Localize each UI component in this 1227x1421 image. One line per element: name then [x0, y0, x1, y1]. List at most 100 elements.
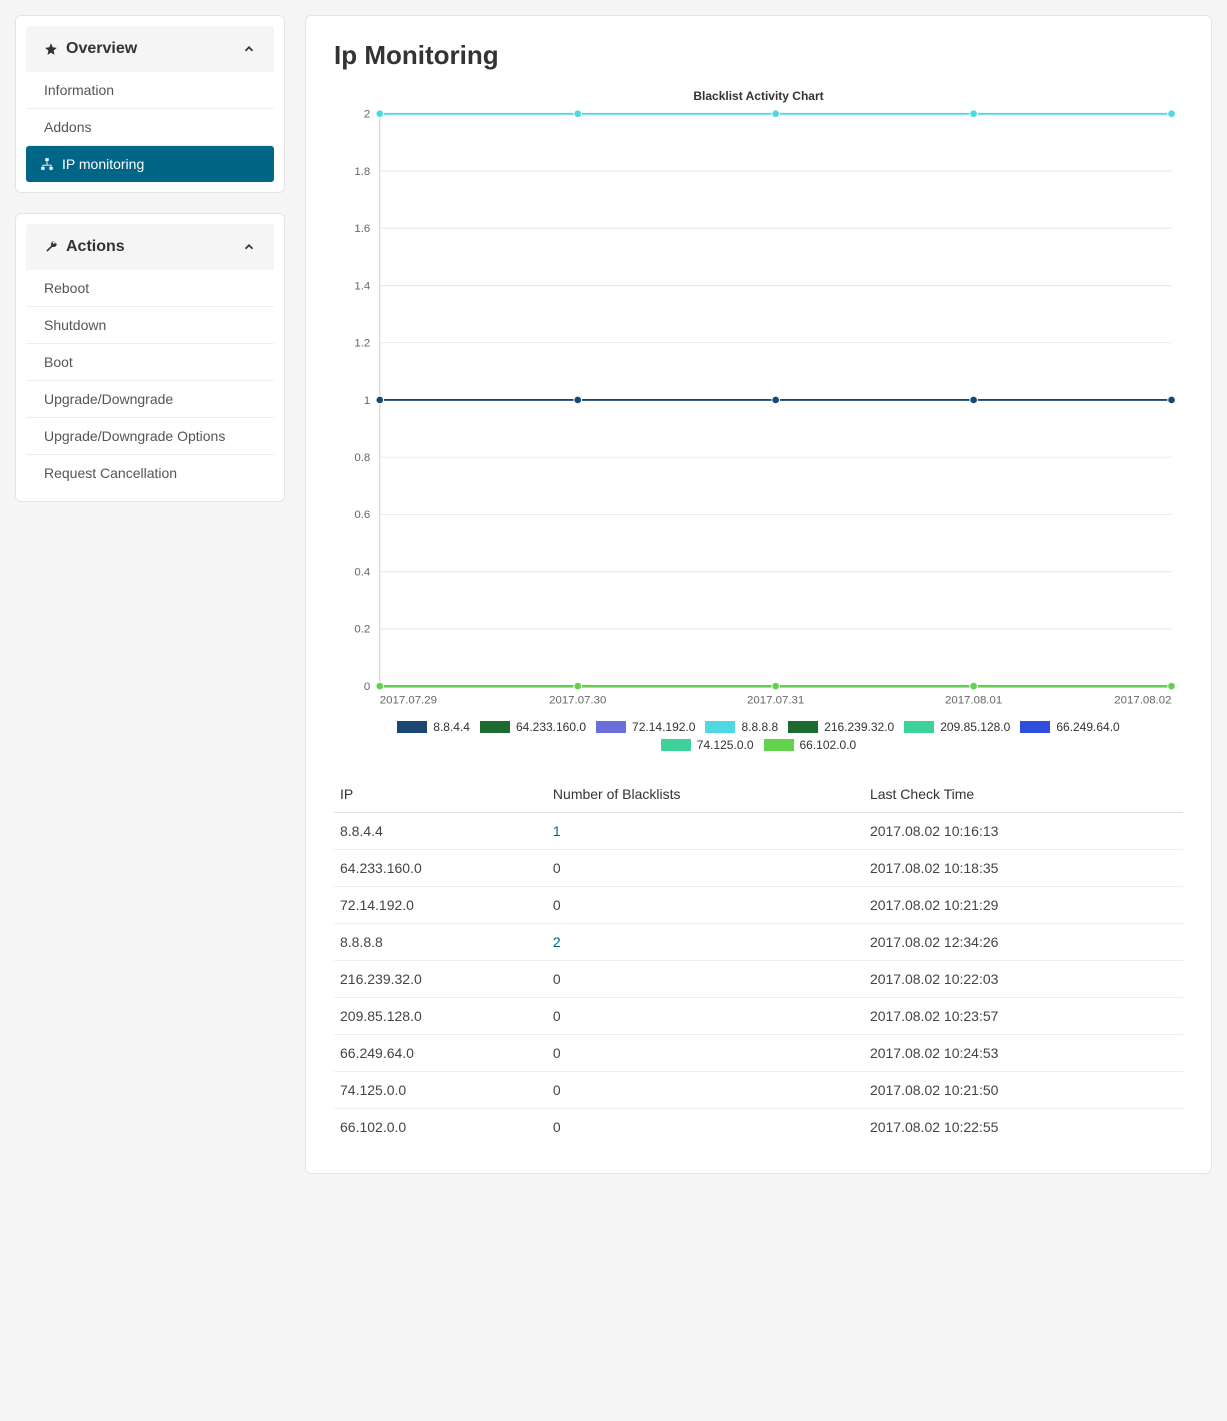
svg-text:2: 2 [364, 109, 370, 121]
svg-text:0: 0 [364, 681, 370, 693]
legend-item[interactable]: 72.14.192.0 [596, 720, 695, 734]
legend-swatch [705, 721, 735, 733]
legend-label: 74.125.0.0 [697, 738, 754, 752]
svg-text:2017.07.30: 2017.07.30 [549, 694, 606, 706]
actions-panel: Actions RebootShutdownBootUpgrade/Downgr… [15, 213, 285, 502]
svg-text:2017.07.31: 2017.07.31 [747, 694, 804, 706]
blacklist-count-link[interactable]: 1 [553, 823, 561, 839]
menu-item-label: Information [44, 82, 114, 98]
actions-item-4[interactable]: Upgrade/Downgrade Options [26, 418, 274, 455]
cell-count: 1 [547, 812, 864, 849]
cell-ip: 74.125.0.0 [334, 1071, 547, 1108]
table-row: 72.14.192.002017.08.02 10:21:29 [334, 886, 1183, 923]
wrench-icon [44, 240, 58, 254]
legend-swatch [397, 721, 427, 733]
chevron-up-icon [242, 240, 256, 254]
overview-item-2[interactable]: IP monitoring [26, 146, 274, 182]
cell-count: 2 [547, 923, 864, 960]
table-row: 66.102.0.002017.08.02 10:22:55 [334, 1108, 1183, 1145]
table-header: IP [334, 776, 547, 813]
overview-title: Overview [66, 40, 137, 58]
table-header: Last Check Time [864, 776, 1183, 813]
actions-item-0[interactable]: Reboot [26, 270, 274, 307]
overview-panel: Overview Information Addons IP monitoring [15, 15, 285, 193]
svg-text:0.2: 0.2 [354, 624, 370, 636]
cell-ip: 72.14.192.0 [334, 886, 547, 923]
table-row: 66.249.64.002017.08.02 10:24:53 [334, 1034, 1183, 1071]
cell-time: 2017.08.02 10:22:55 [864, 1108, 1183, 1145]
svg-text:2017.07.29: 2017.07.29 [380, 694, 437, 706]
legend-item[interactable]: 66.102.0.0 [764, 738, 857, 752]
legend-item[interactable]: 66.249.64.0 [1020, 720, 1119, 734]
main-content: Ip Monitoring Blacklist Activity Chart 0… [305, 15, 1212, 1174]
legend-item[interactable]: 64.233.160.0 [480, 720, 586, 734]
cell-count: 0 [547, 1071, 864, 1108]
legend-label: 64.233.160.0 [516, 720, 586, 734]
cell-count: 0 [547, 1108, 864, 1145]
actions-header[interactable]: Actions [26, 224, 274, 270]
actions-item-5[interactable]: Request Cancellation [26, 455, 274, 491]
cell-ip: 64.233.160.0 [334, 849, 547, 886]
legend-swatch [788, 721, 818, 733]
legend-label: 216.239.32.0 [824, 720, 894, 734]
table-row: 216.239.32.002017.08.02 10:22:03 [334, 960, 1183, 997]
legend-label: 66.102.0.0 [800, 738, 857, 752]
svg-text:0.8: 0.8 [354, 452, 370, 464]
cell-count: 0 [547, 960, 864, 997]
ip-table: IPNumber of BlacklistsLast Check Time 8.… [334, 776, 1183, 1145]
svg-text:0.4: 0.4 [354, 566, 371, 578]
actions-item-2[interactable]: Boot [26, 344, 274, 381]
star-icon [44, 42, 58, 56]
menu-item-label: IP monitoring [62, 156, 144, 172]
legend-swatch [904, 721, 934, 733]
chart-legend: 8.8.4.4 64.233.160.0 72.14.192.0 8.8.8.8 216… [334, 720, 1183, 752]
svg-text:0.6: 0.6 [354, 509, 370, 521]
sitemap-icon [40, 157, 54, 171]
legend-item[interactable]: 8.8.4.4 [397, 720, 470, 734]
chart-title: Blacklist Activity Chart [334, 89, 1183, 103]
cell-time: 2017.08.02 12:34:26 [864, 923, 1183, 960]
legend-swatch [480, 721, 510, 733]
table-row: 64.233.160.002017.08.02 10:18:35 [334, 849, 1183, 886]
overview-item-0[interactable]: Information [26, 72, 274, 109]
menu-item-label: Addons [44, 119, 91, 135]
cell-time: 2017.08.02 10:16:13 [864, 812, 1183, 849]
svg-text:1.8: 1.8 [354, 166, 370, 178]
table-header: Number of Blacklists [547, 776, 864, 813]
chart-area: 00.20.40.60.811.21.41.61.822017.07.29201… [334, 109, 1183, 710]
overview-item-1[interactable]: Addons [26, 109, 274, 146]
legend-label: 209.85.128.0 [940, 720, 1010, 734]
legend-swatch [1020, 721, 1050, 733]
svg-text:1.4: 1.4 [354, 280, 371, 292]
table-row: 209.85.128.002017.08.02 10:23:57 [334, 997, 1183, 1034]
cell-count: 0 [547, 1034, 864, 1071]
cell-time: 2017.08.02 10:24:53 [864, 1034, 1183, 1071]
cell-ip: 66.102.0.0 [334, 1108, 547, 1145]
legend-item[interactable]: 216.239.32.0 [788, 720, 894, 734]
legend-item[interactable]: 8.8.8.8 [705, 720, 778, 734]
blacklist-chart: 00.20.40.60.811.21.41.61.822017.07.29201… [334, 109, 1183, 710]
svg-text:2017.08.01: 2017.08.01 [945, 694, 1002, 706]
page-title: Ip Monitoring [334, 40, 1183, 71]
cell-ip: 216.239.32.0 [334, 960, 547, 997]
legend-swatch [596, 721, 626, 733]
actions-title: Actions [66, 238, 125, 256]
actions-item-3[interactable]: Upgrade/Downgrade [26, 381, 274, 418]
cell-time: 2017.08.02 10:23:57 [864, 997, 1183, 1034]
cell-count: 0 [547, 849, 864, 886]
actions-item-1[interactable]: Shutdown [26, 307, 274, 344]
legend-label: 8.8.8.8 [741, 720, 778, 734]
legend-label: 72.14.192.0 [632, 720, 695, 734]
legend-label: 8.8.4.4 [433, 720, 470, 734]
overview-header[interactable]: Overview [26, 26, 274, 72]
legend-label: 66.249.64.0 [1056, 720, 1119, 734]
table-row: 8.8.4.412017.08.02 10:16:13 [334, 812, 1183, 849]
svg-text:1.6: 1.6 [354, 223, 370, 235]
legend-item[interactable]: 209.85.128.0 [904, 720, 1010, 734]
blacklist-count-link[interactable]: 2 [553, 934, 561, 950]
cell-time: 2017.08.02 10:18:35 [864, 849, 1183, 886]
cell-ip: 8.8.8.8 [334, 923, 547, 960]
svg-text:1: 1 [364, 395, 370, 407]
legend-item[interactable]: 74.125.0.0 [661, 738, 754, 752]
svg-text:2017.08.02: 2017.08.02 [1114, 694, 1171, 706]
